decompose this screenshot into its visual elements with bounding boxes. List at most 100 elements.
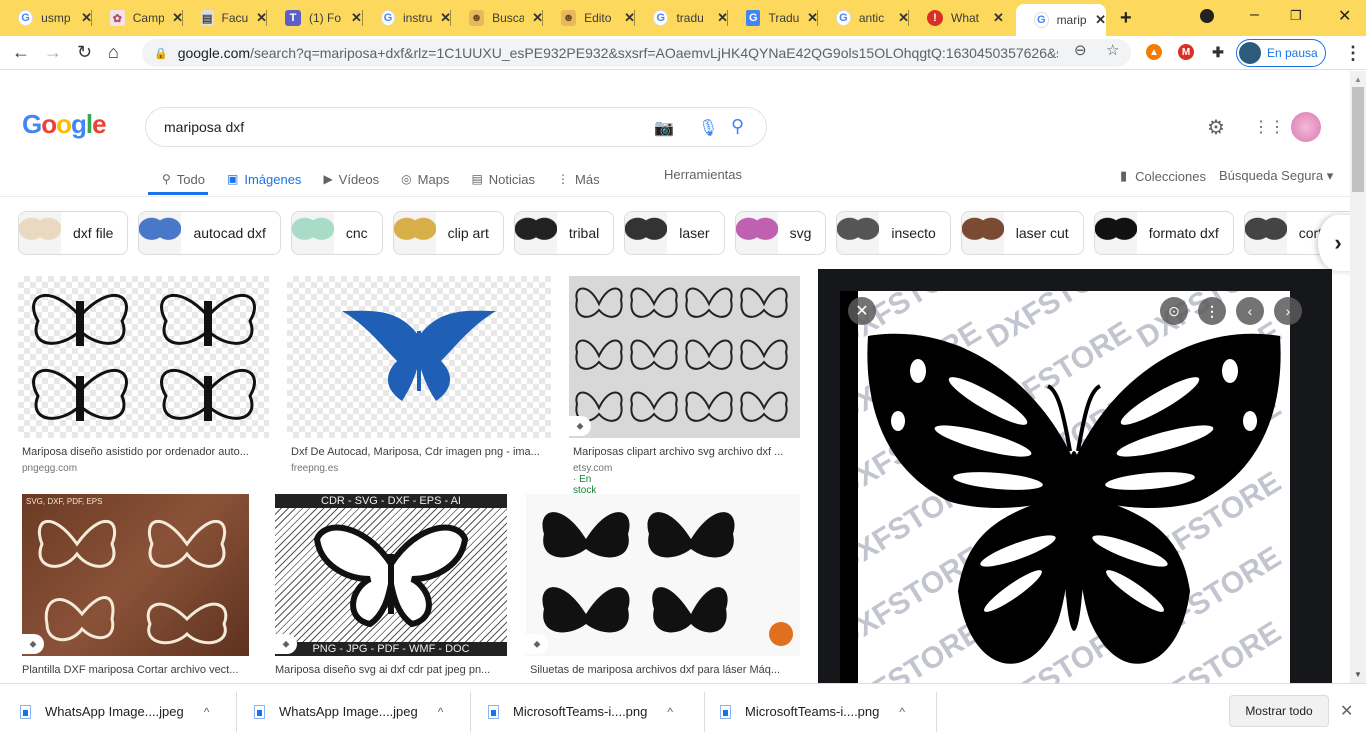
settings-gear-icon[interactable]: ⚙	[1207, 115, 1225, 140]
result-caption[interactable]: Mariposas clipart archivo svg archivo dx…	[573, 446, 800, 458]
browser-tab[interactable]: ☻ Edito ✕	[543, 4, 635, 32]
home-icon[interactable]: ⌂	[108, 42, 119, 63]
chevron-up-icon[interactable]: ^	[899, 705, 905, 719]
restore-button[interactable]: ❐	[1290, 8, 1302, 24]
tab-todo[interactable]: ⚲ Todo	[162, 167, 205, 191]
related-search-chip[interactable]: cnc	[290, 211, 383, 255]
browser-tab[interactable]: G Tradu ✕	[728, 4, 818, 32]
download-separator	[704, 692, 705, 732]
related-search-chip[interactable]: insecto	[836, 211, 951, 255]
result-thumbnail[interactable]	[18, 276, 269, 438]
result-source[interactable]: etsy.com · En stock	[573, 463, 612, 496]
result-caption[interactable]: Mariposa diseño asistido por ordenador a…	[22, 446, 267, 458]
tab-mas[interactable]: ⋮ Más	[557, 167, 600, 191]
microphone-icon[interactable]: 🎙	[698, 118, 718, 138]
result-caption[interactable]: Plantilla DXF mariposa Cortar archivo ve…	[22, 664, 252, 676]
scrollbar-thumb[interactable]	[1352, 87, 1364, 192]
paper-butterflies-image	[37, 520, 228, 645]
browser-tab[interactable]: ▤ Facul ✕	[183, 4, 267, 32]
browser-tab[interactable]: T (1) Fo ✕	[267, 4, 363, 32]
related-search-chip[interactable]: tribal	[513, 211, 615, 255]
browser-tab[interactable]: Gusmp ✕	[0, 4, 92, 32]
next-image-button[interactable]: ›	[1274, 297, 1302, 325]
new-tab-button[interactable]: +	[1120, 7, 1132, 30]
browser-tab[interactable]: ✿ Camp ✕	[92, 4, 183, 32]
result-caption[interactable]: Siluetas de mariposa archivos dxf para l…	[530, 664, 800, 676]
scroll-up-arrow[interactable]: ▲	[1354, 75, 1362, 84]
forward-icon[interactable]: →	[44, 42, 62, 63]
mega-extension-icon[interactable]: M	[1178, 44, 1194, 60]
result-thumbnail[interactable]	[526, 494, 800, 656]
lens-search-button[interactable]: ⊙	[1160, 297, 1188, 325]
browser-tab[interactable]: Gantic ✕	[818, 4, 909, 32]
related-search-chip[interactable]: autocad dxf	[138, 211, 281, 255]
download-item[interactable]: WhatsApp Image....jpeg ^	[254, 684, 443, 739]
chevron-up-icon[interactable]: ^	[667, 705, 673, 719]
result-thumbnail[interactable]	[569, 276, 800, 438]
result-caption[interactable]: Dxf De Autocad, Mariposa, Cdr imagen png…	[291, 446, 551, 458]
chips-next-arrow[interactable]: ›	[1318, 215, 1350, 271]
more-options-button[interactable]: ⋮	[1198, 297, 1226, 325]
address-bar[interactable]: 🔒 google.com/search?q=mariposa+dxf&rlz=1…	[142, 39, 1131, 67]
show-all-downloads-button[interactable]: Mostrar todo	[1229, 695, 1329, 727]
result-thumbnail[interactable]: SVG, DXF, PDF, EPS	[22, 494, 249, 656]
close-downloads-bar-icon[interactable]: ✕	[1340, 701, 1353, 721]
tools-button[interactable]: Herramientas	[664, 167, 742, 182]
related-search-chip[interactable]: svg	[734, 211, 827, 255]
download-item[interactable]: MicrosoftTeams-i....png ^	[720, 684, 905, 739]
browser-menu-icon[interactable]: ⋮	[1344, 43, 1362, 64]
tab-search-icon[interactable]	[1200, 9, 1214, 23]
preview-image[interactable]: DXFSTORE DXFSTORE DXFSTORE DXFSTORE DXFSTORE…	[858, 291, 1290, 683]
google-doodle-logo[interactable]: Google	[22, 109, 107, 140]
tab-videos[interactable]: ▶ Vídeos	[323, 167, 379, 191]
tab-title: Tradu	[768, 11, 800, 25]
result-caption[interactable]: Mariposa diseño svg ai dxf cdr pat jpeg …	[275, 664, 507, 676]
reload-icon[interactable]: ↻	[77, 42, 92, 63]
download-item[interactable]: MicrosoftTeams-i....png ^	[488, 684, 673, 739]
browser-tab[interactable]: Ginstru ✕	[363, 4, 451, 32]
close-preview-button[interactable]: ✕	[848, 297, 876, 325]
faculty-icon: ▤	[201, 10, 214, 26]
previous-image-button[interactable]: ‹	[1236, 297, 1264, 325]
related-search-chip[interactable]: formato dxf	[1093, 211, 1234, 255]
search-input[interactable]	[164, 119, 624, 135]
download-item[interactable]: WhatsApp Image....jpeg ^	[20, 684, 209, 739]
related-search-chip[interactable]: dxf file	[18, 211, 129, 255]
result-source[interactable]: freepng.es	[291, 463, 338, 474]
chevron-up-icon[interactable]: ^	[438, 705, 444, 719]
safe-search-dropdown[interactable]: Búsqueda Segura ▾	[1219, 168, 1333, 184]
scroll-down-arrow[interactable]: ▼	[1354, 670, 1362, 679]
url-text[interactable]: google.com/search?q=mariposa+dxf&rlz=1C1…	[178, 45, 1058, 61]
browser-tab[interactable]: ☻ Busca ✕	[451, 4, 543, 32]
tab-maps[interactable]: ◎ Maps	[401, 167, 449, 191]
close-tab-icon[interactable]: ✕	[351, 10, 362, 26]
related-search-chip[interactable]: laser	[624, 211, 725, 255]
account-avatar[interactable]	[1291, 112, 1321, 142]
tab-noticias[interactable]: ▤ Noticias	[471, 167, 535, 191]
extensions-puzzle-icon[interactable]: ✚	[1210, 44, 1226, 60]
camera-icon[interactable]: 📷	[654, 118, 674, 138]
page-scrollbar[interactable]: ▲ ▼	[1350, 71, 1366, 683]
collections-button[interactable]: ▮ Colecciones	[1120, 168, 1206, 184]
profile-button[interactable]: En pausa	[1236, 39, 1326, 67]
related-search-chip[interactable]: clip art	[392, 211, 504, 255]
result-source[interactable]: pngegg.com	[22, 463, 77, 474]
browser-tab-active[interactable]: Gmarip ✕	[1016, 4, 1106, 36]
chevron-up-icon[interactable]: ^	[204, 705, 210, 719]
result-thumbnail[interactable]	[287, 276, 551, 438]
close-window-button[interactable]: ✕	[1338, 6, 1351, 26]
related-search-chip[interactable]: laser cut	[960, 211, 1084, 255]
close-tab-icon[interactable]: ✕	[993, 10, 1004, 26]
back-icon[interactable]: ←	[12, 42, 30, 63]
zoom-icon[interactable]: ⊖	[1074, 41, 1087, 59]
search-icon[interactable]: ⚲	[731, 116, 744, 137]
tab-imagenes[interactable]: ▣ Imágenes	[227, 167, 301, 191]
result-thumbnail[interactable]: CDR - SVG - DXF - EPS - AI PNG - JPG - P…	[275, 494, 507, 656]
browser-tab[interactable]: ! What ✕	[909, 4, 1016, 32]
fire-extension-icon[interactable]: ▲	[1146, 44, 1162, 60]
browser-tab[interactable]: Gtradu ✕	[635, 4, 728, 32]
close-tab-icon[interactable]: ✕	[1095, 12, 1106, 28]
format-banner-bottom: PNG - JPG - PDF - WMF - DOC	[275, 642, 507, 656]
minimize-button[interactable]: –	[1250, 6, 1259, 24]
bookmark-star-icon[interactable]: ☆	[1106, 41, 1119, 59]
